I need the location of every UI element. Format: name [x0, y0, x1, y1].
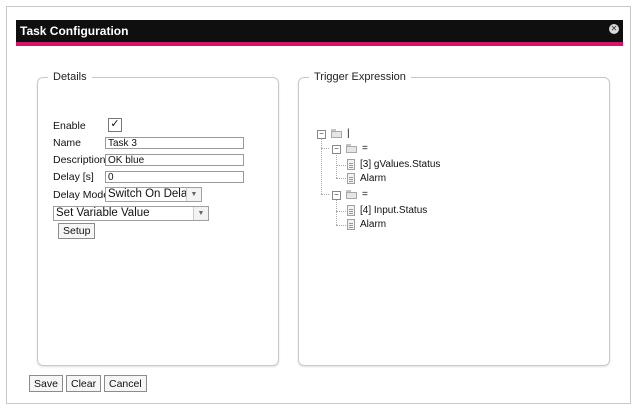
delay-mode-select[interactable]: Switch On Delay ▼	[105, 187, 202, 202]
dialog-title: Task Configuration	[20, 24, 129, 38]
collapse-icon[interactable]: −	[332, 145, 341, 154]
delay-row: Delay [s] 0	[53, 171, 253, 184]
expression-tree: − | − = [3] gValues.Status Alarm − = [4]…	[317, 128, 577, 238]
trigger-legend: Trigger Expression	[314, 71, 406, 83]
name-label: Name	[53, 137, 82, 149]
collapse-icon[interactable]: −	[332, 191, 341, 200]
delay-label: Delay [s]	[53, 171, 94, 183]
description-field[interactable]: OK blue	[105, 154, 244, 166]
chevron-down-icon: ▼	[186, 188, 201, 201]
enable-label: Enable	[53, 120, 86, 132]
delay-mode-label: Delay Mode	[53, 189, 110, 201]
setup-button[interactable]: Setup	[58, 223, 96, 239]
tree-connector	[336, 165, 346, 166]
tree-node-label: [4] Input.Status	[360, 205, 428, 216]
clear-button[interactable]: Clear	[66, 375, 102, 392]
name-field[interactable]: Task 3	[105, 137, 244, 149]
tree-connector	[321, 137, 322, 194]
document-icon	[347, 219, 355, 230]
check-icon: ✓	[110, 118, 120, 130]
action-select[interactable]: Set Variable Value ▼	[53, 206, 209, 221]
tree-node-label: [3] gValues.Status	[360, 159, 441, 170]
delay-mode-row: Delay Mode Switch On Delay ▼	[53, 187, 253, 202]
folder-icon	[346, 144, 358, 153]
tree-connector	[336, 199, 337, 225]
tree-node-label: Alarm	[360, 173, 387, 184]
tree-node-label: |	[347, 128, 350, 139]
enable-checkbox[interactable]: ✓	[108, 118, 122, 132]
tree-connector	[321, 148, 329, 149]
chevron-down-icon: ▼	[193, 207, 208, 220]
tree-node-label: Alarm	[360, 219, 387, 230]
description-label: Description	[53, 154, 106, 166]
delay-mode-value: Switch On Delay	[108, 188, 194, 200]
tree-connector	[336, 178, 346, 179]
collapse-icon[interactable]: −	[317, 130, 326, 139]
save-button[interactable]: Save	[29, 375, 63, 392]
cancel-button[interactable]: Cancel	[104, 375, 147, 392]
close-icon[interactable]: ✕	[609, 24, 619, 34]
tree-node-label: =	[362, 143, 368, 154]
tree-connector	[336, 225, 346, 226]
folder-icon	[346, 190, 358, 199]
description-row: Description OK blue	[53, 154, 253, 167]
delay-field[interactable]: 0	[105, 171, 244, 183]
details-panel: Details Enable ✓ Name Task 3 Description…	[37, 71, 279, 366]
tree-connector	[336, 211, 346, 212]
dialog-titlebar: Task Configuration ✕	[16, 20, 623, 46]
document-icon	[347, 205, 355, 216]
document-icon	[347, 173, 355, 184]
action-value: Set Variable Value	[56, 207, 150, 219]
document-icon	[347, 159, 355, 170]
trigger-expression-panel: Trigger Expression − | − = [3] gValues.S…	[298, 71, 610, 366]
folder-icon	[331, 129, 343, 138]
name-row: Name Task 3	[53, 137, 253, 150]
details-legend: Details	[53, 71, 87, 83]
tree-node-label: =	[362, 189, 368, 200]
tree-connector	[321, 194, 329, 195]
